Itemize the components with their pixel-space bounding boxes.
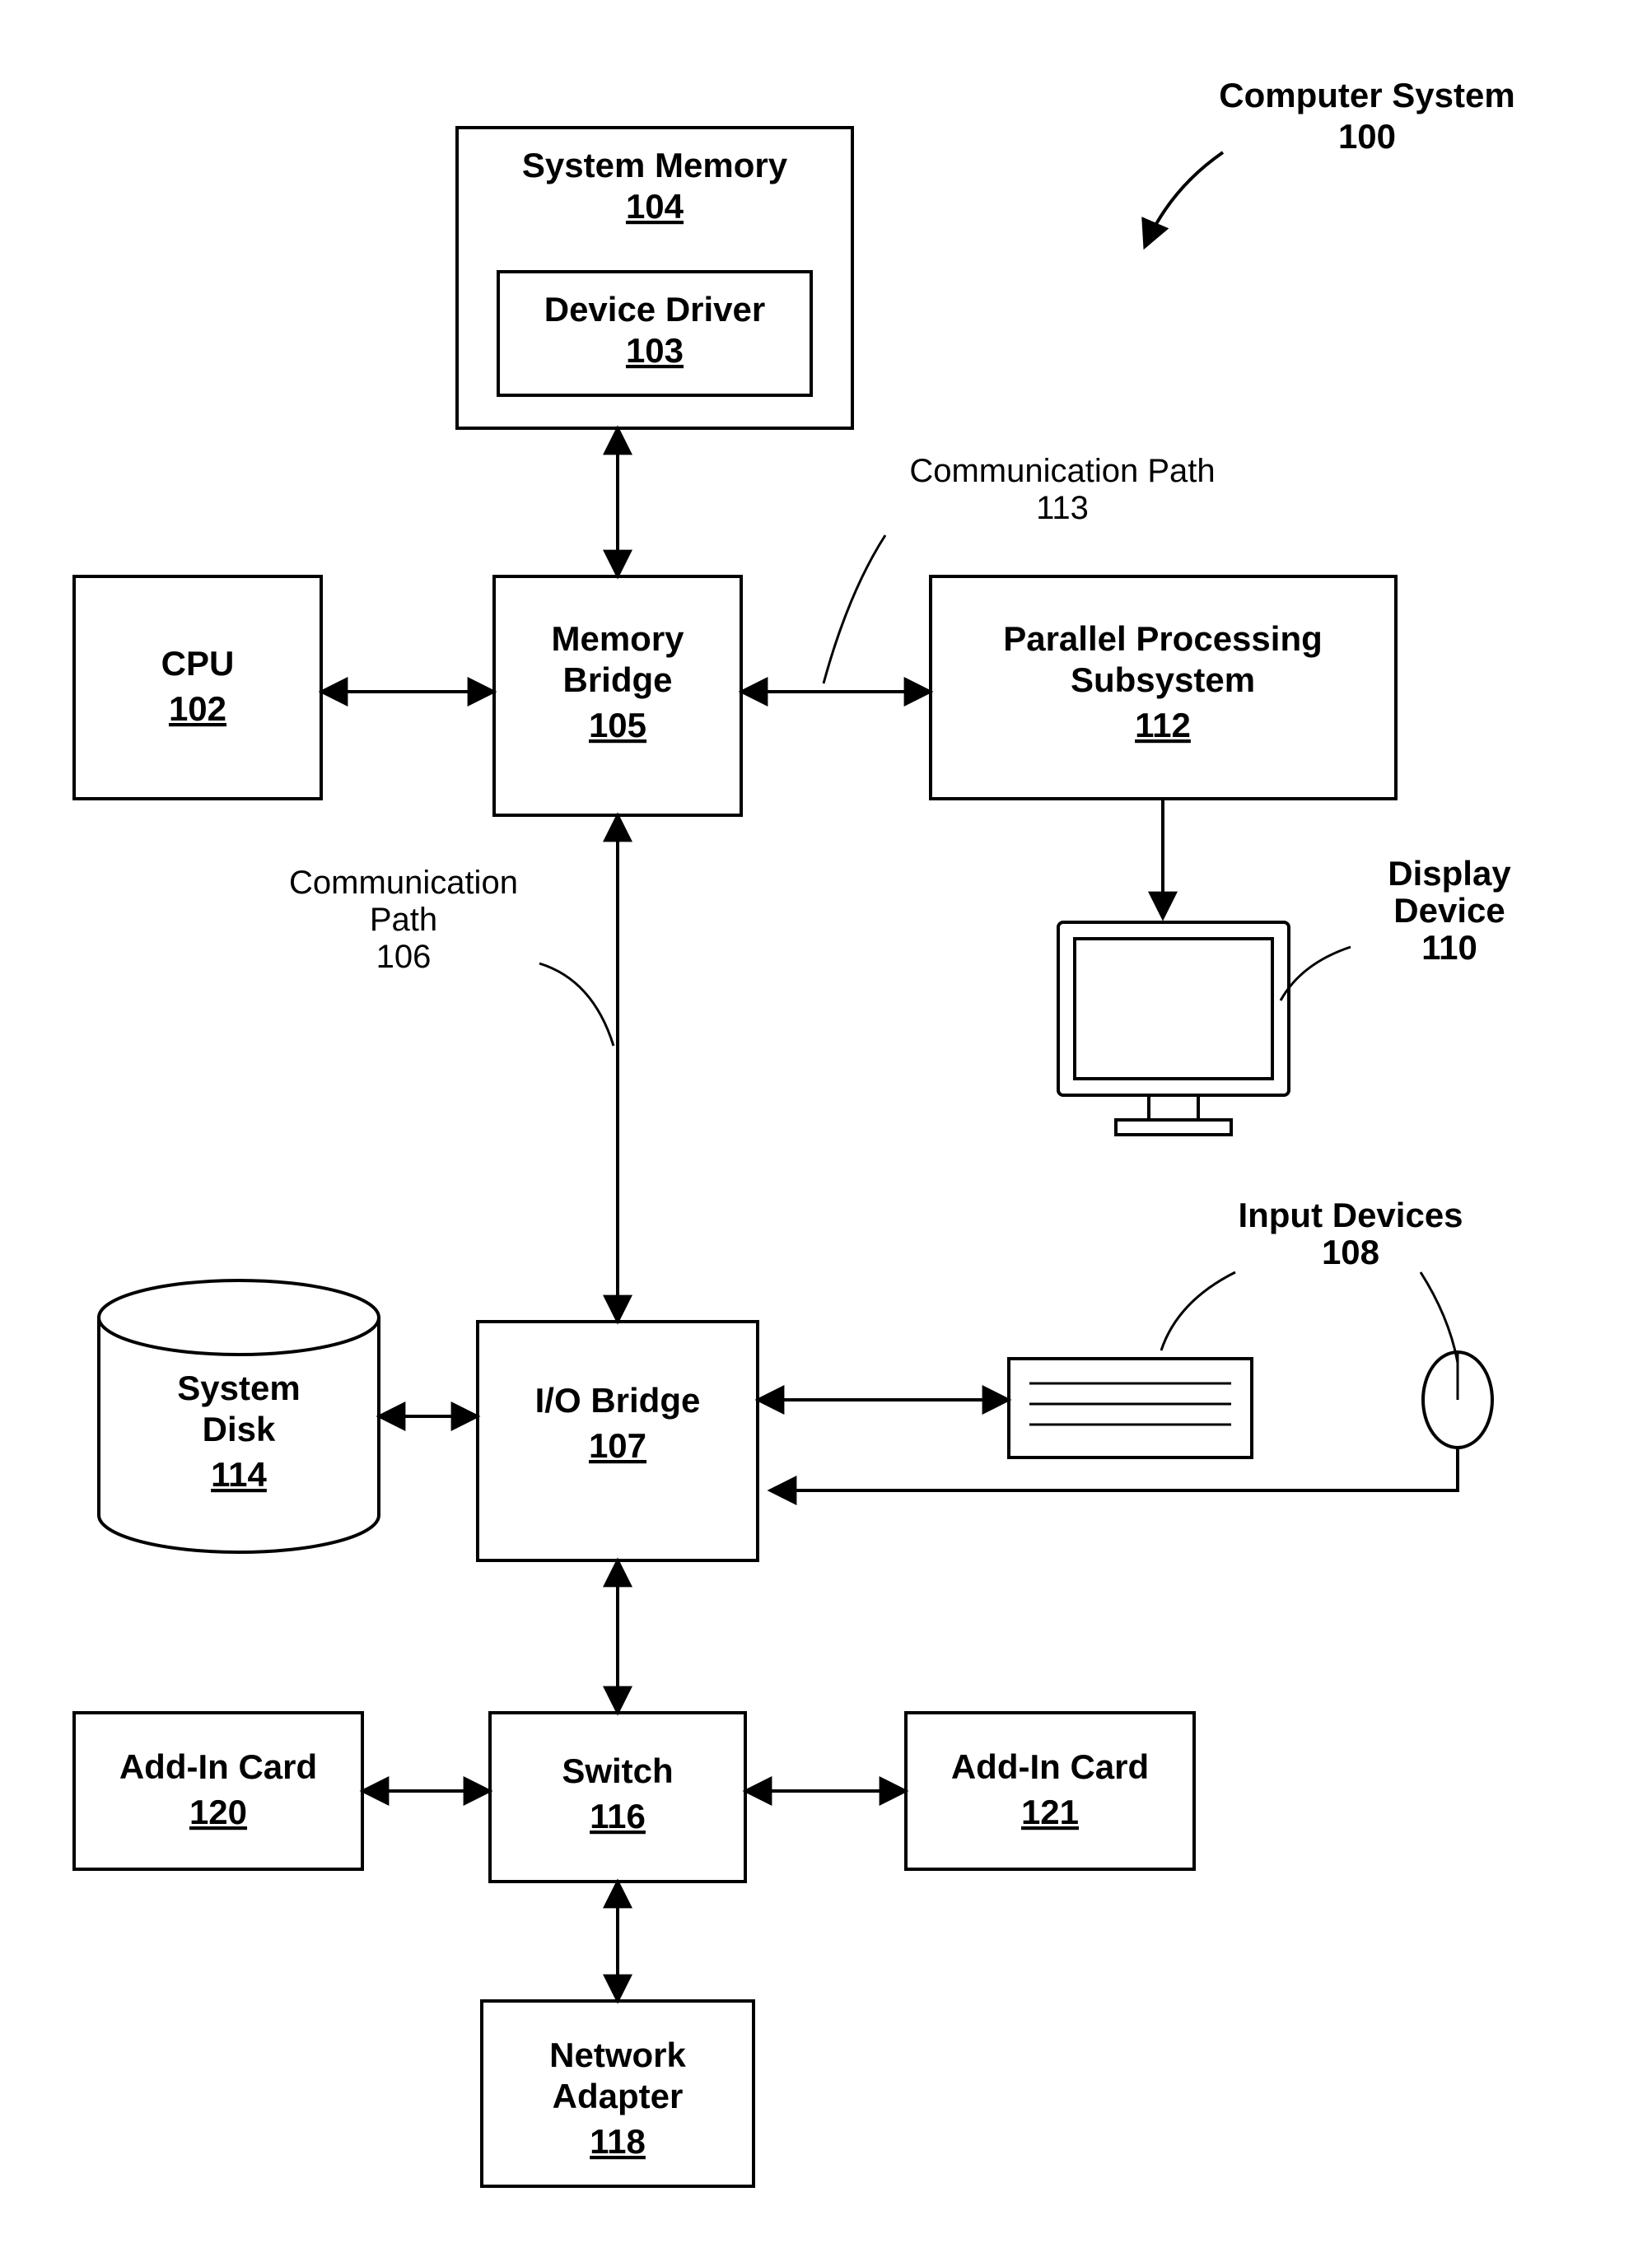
svg-text:102: 102 bbox=[169, 689, 226, 728]
switch-box: Switch 116 bbox=[490, 1713, 745, 1882]
svg-text:System: System bbox=[177, 1369, 300, 1407]
svg-text:Bridge: Bridge bbox=[562, 660, 672, 699]
svg-text:106: 106 bbox=[376, 939, 432, 975]
svg-text:105: 105 bbox=[589, 706, 646, 744]
communication-path-106-label: Communication Path 106 bbox=[289, 865, 614, 1046]
svg-text:Device: Device bbox=[1393, 891, 1505, 930]
svg-text:Network: Network bbox=[549, 2036, 686, 2074]
system-disk: System Disk 114 bbox=[99, 1280, 379, 1552]
svg-text:Device Driver: Device Driver bbox=[544, 290, 766, 329]
svg-text:Parallel Processing: Parallel Processing bbox=[1003, 619, 1323, 658]
input-devices: Input Devices 108 bbox=[1009, 1196, 1492, 1457]
svg-text:Subsystem: Subsystem bbox=[1071, 660, 1255, 699]
memory-bridge-box: Memory Bridge 105 bbox=[494, 576, 741, 815]
diagram-canvas: Computer System 100 System Memory 104 De… bbox=[0, 0, 1652, 2248]
device-driver-box: Device Driver 103 bbox=[498, 272, 811, 395]
svg-text:121: 121 bbox=[1021, 1793, 1079, 1831]
system-label: Computer System 100 bbox=[1145, 76, 1515, 247]
keyboard-icon bbox=[1009, 1359, 1252, 1457]
cpu-box: CPU 102 bbox=[74, 576, 321, 799]
monitor-icon bbox=[1058, 922, 1289, 1135]
svg-text:Disk: Disk bbox=[203, 1410, 276, 1448]
svg-text:110: 110 bbox=[1421, 928, 1477, 967]
svg-text:Switch: Switch bbox=[562, 1751, 673, 1790]
display-device: Display Device 110 bbox=[1058, 854, 1511, 1135]
svg-text:Computer System: Computer System bbox=[1219, 76, 1514, 114]
network-adapter-box: Network Adapter 118 bbox=[482, 2001, 754, 2186]
parallel-processing-subsystem-box: Parallel Processing Subsystem 112 bbox=[931, 576, 1396, 799]
svg-text:107: 107 bbox=[589, 1426, 646, 1465]
svg-text:116: 116 bbox=[590, 1797, 646, 1835]
svg-text:118: 118 bbox=[590, 2122, 646, 2161]
svg-text:Add-In Card: Add-In Card bbox=[951, 1747, 1149, 1786]
svg-text:108: 108 bbox=[1322, 1233, 1379, 1271]
mouse-icon bbox=[1423, 1352, 1492, 1448]
svg-text:100: 100 bbox=[1338, 117, 1396, 156]
svg-text:114: 114 bbox=[211, 1455, 267, 1494]
svg-text:Memory: Memory bbox=[551, 619, 684, 658]
add-in-card-120-box: Add-In Card 120 bbox=[74, 1713, 362, 1869]
svg-text:Path: Path bbox=[370, 902, 437, 938]
svg-text:120: 120 bbox=[189, 1793, 247, 1831]
svg-text:Add-In Card: Add-In Card bbox=[119, 1747, 317, 1786]
svg-text:System Memory: System Memory bbox=[522, 146, 788, 184]
svg-text:Display: Display bbox=[1388, 854, 1511, 893]
svg-text:112: 112 bbox=[1135, 706, 1191, 744]
svg-text:103: 103 bbox=[626, 331, 684, 370]
add-in-card-121-box: Add-In Card 121 bbox=[906, 1713, 1194, 1869]
svg-text:CPU: CPU bbox=[161, 644, 235, 683]
svg-text:Communication: Communication bbox=[289, 865, 518, 901]
system-memory-box: System Memory 104 Device Driver 103 bbox=[457, 128, 852, 428]
io-bridge-box: I/O Bridge 107 bbox=[478, 1322, 758, 1560]
svg-text:I/O Bridge: I/O Bridge bbox=[535, 1381, 701, 1420]
svg-text:Input Devices: Input Devices bbox=[1238, 1196, 1463, 1234]
svg-text:113: 113 bbox=[1036, 490, 1089, 526]
svg-text:Adapter: Adapter bbox=[553, 2077, 684, 2115]
svg-text:104: 104 bbox=[626, 187, 684, 226]
svg-text:Communication Path: Communication Path bbox=[909, 453, 1215, 489]
